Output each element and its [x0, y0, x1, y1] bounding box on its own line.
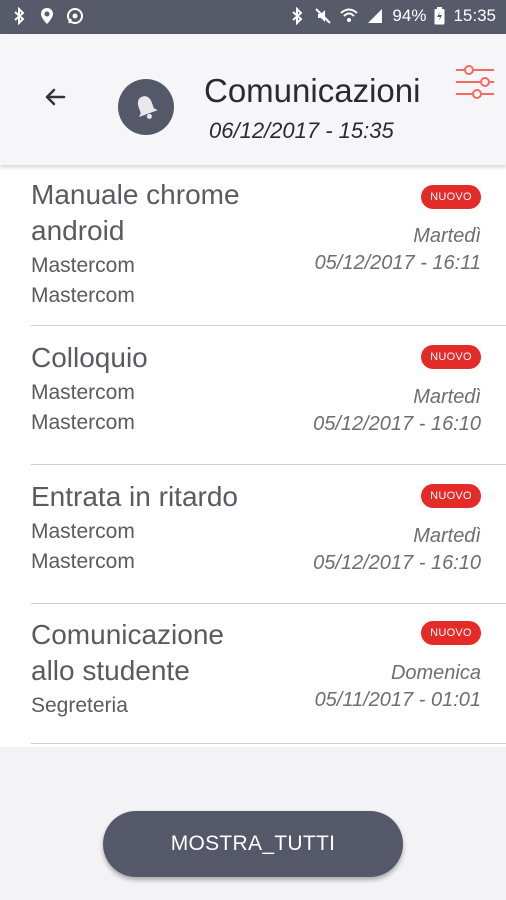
message-date: Domenica 05/11/2017 - 01:01: [314, 662, 481, 711]
list-item[interactable]: Entrata in ritardo Mastercom Mastercom N…: [31, 465, 506, 604]
clock: 15:35: [453, 6, 496, 25]
new-badge: NUOVO: [421, 621, 481, 645]
new-badge: NUOVO: [421, 345, 481, 369]
bell-icon: [137, 96, 158, 119]
whatsapp-icon: [67, 8, 83, 24]
message-date: Martedì 05/12/2017 - 16:11: [314, 225, 481, 274]
new-badge: NUOVO: [421, 185, 481, 209]
new-badge: NUOVO: [421, 484, 481, 508]
bluetooth-icon: [292, 7, 303, 25]
signal-icon: [368, 9, 383, 23]
message-title: Entrata in ritardo: [31, 481, 238, 512]
bluetooth-notification-icon: [14, 7, 25, 25]
battery-percent: 94%: [392, 6, 427, 25]
page-subtitle-date: 06/12/2017 - 15:35: [209, 118, 394, 143]
message-date: Martedì 05/12/2017 - 16:10: [313, 525, 481, 574]
location-icon: [41, 8, 53, 24]
avatar: [118, 79, 174, 135]
back-arrow-icon[interactable]: [40, 82, 70, 112]
mute-icon: [315, 8, 332, 24]
list-item[interactable]: Comunicazione allo studente Segreteria N…: [31, 604, 506, 744]
message-date: Martedì 05/12/2017 - 16:10: [313, 386, 481, 435]
wifi-icon: [340, 8, 359, 22]
messages-list: Manuale chrome android Mastercom Masterc…: [0, 165, 506, 747]
status-bar: 94% 15:35: [0, 0, 506, 34]
message-title: Manuale chrome android: [31, 179, 240, 246]
app-header: Comunicazioni 06/12/2017 - 15:35: [0, 34, 506, 165]
message-title: Colloquio: [31, 342, 148, 373]
list-item[interactable]: Colloquio Mastercom Mastercom NUOVO Mart…: [31, 326, 506, 465]
sliders-icon[interactable]: [455, 62, 495, 102]
list-item[interactable]: Manuale chrome android Mastercom Masterc…: [31, 165, 506, 326]
battery-icon: [434, 7, 445, 25]
show-all-button[interactable]: MOSTRA_TUTTI: [103, 811, 403, 877]
message-title: Comunicazione allo studente: [31, 619, 224, 686]
page-title: Comunicazioni: [204, 72, 421, 109]
